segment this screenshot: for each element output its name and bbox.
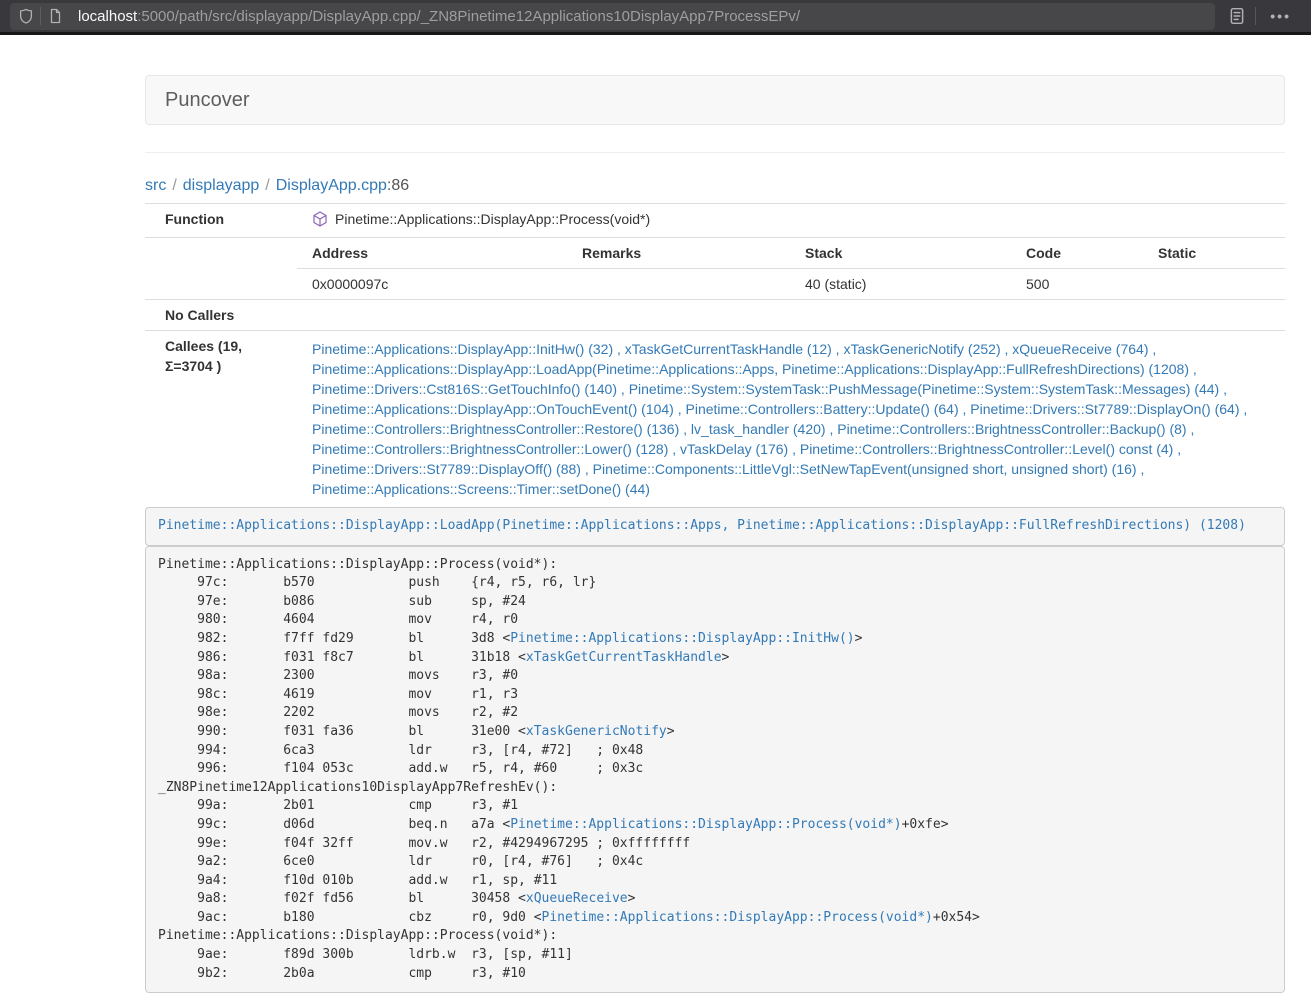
callee-separator: , [581,461,593,477]
breadcrumb: src / displayapp / DisplayApp.cpp:86 [145,176,1285,196]
navbar: Puncover [145,75,1285,125]
overflow-menu-icon[interactable]: ••• [1260,8,1301,24]
toolbar-divider [1255,7,1256,25]
assembly-symbol-link[interactable]: xQueueReceive [526,891,628,906]
callee-separator: , [832,341,844,357]
breadcrumb-separator: / [172,177,176,194]
assembly-symbol-link[interactable]: xTaskGetCurrentTaskHandle [526,650,722,665]
page-container: Puncover src / displayapp / DisplayApp.cpp:8… [145,35,1285,993]
callee-separator: , [1001,341,1013,357]
browser-toolbar: localhost:5000/path/src/displayapp/Displ… [0,0,1311,35]
address-bar[interactable]: localhost:5000/path/src/displayapp/Displ… [10,3,1215,30]
url-path: :5000/path/src/displayapp/DisplayApp.cpp… [137,8,800,25]
callee-link[interactable]: Pinetime::Drivers::St7789::DisplayOff() … [312,461,581,477]
assembly-symbol-link[interactable]: xTaskGenericNotify [526,724,667,739]
callee-separator: , [613,341,625,357]
callee-separator: , [1173,441,1181,457]
callee-link[interactable]: Pinetime::Components::LittleVgl::SetNewT… [593,461,1137,477]
breadcrumb-separator: / [265,177,269,194]
stats-value-row: 0x0000097c 40 (static) 500 [145,269,1285,300]
callee-separator: , [1187,421,1195,437]
callees-list: Pinetime::Applications::DisplayApp::Init… [297,331,1285,508]
url-host: localhost [78,8,137,25]
callee-link[interactable]: Pinetime::Applications::DisplayApp::Init… [312,341,613,357]
address-value: 0x0000097c [297,269,567,300]
callee-separator: , [959,401,971,417]
callee-link[interactable]: Pinetime::Applications::DisplayApp::Load… [312,361,1189,377]
callees-label: Callees (19, Σ=3704 ) [145,331,297,508]
shield-icon[interactable] [12,3,40,30]
callee-separator: , [1148,341,1156,357]
callee-link[interactable]: Pinetime::Controllers::Battery::Update()… [686,401,959,417]
reader-mode-icon[interactable] [1223,3,1251,30]
callee-link[interactable]: Pinetime::Controllers::BrightnessControl… [837,421,1186,437]
breadcrumb-link-displayapp[interactable]: displayapp [183,177,260,194]
function-name: Pinetime::Applications::DisplayApp::Proc… [335,211,650,227]
callee-separator: , [1240,401,1248,417]
callee-separator: , [674,401,686,417]
callee-link[interactable]: Pinetime::Applications::DisplayApp::OnTo… [312,401,674,417]
callees-row: Callees (19, Σ=3704 ) Pinetime::Applicat… [145,331,1285,508]
assembly-listing: Pinetime::Applications::DisplayApp::Proc… [145,546,1285,994]
callee-separator: , [826,421,838,437]
callee-link[interactable]: lv_task_handler (420) [691,421,826,437]
callee-link[interactable]: xTaskGetCurrentTaskHandle (12) [625,341,832,357]
breadcrumb-line-number: :86 [387,177,409,194]
callee-separator: , [668,441,680,457]
load-app-link[interactable]: Pinetime::Applications::DisplayApp::Load… [158,518,1246,533]
no-callers-label: No Callers [145,300,297,331]
callee-link[interactable]: vTaskDelay (176) [680,441,788,457]
static-value [1143,269,1285,300]
callee-link[interactable]: Pinetime::System::SystemTask::PushMessag… [629,381,1220,397]
callee-separator: , [1189,361,1197,377]
code-value: 500 [1011,269,1143,300]
brand-title[interactable]: Puncover [165,89,250,112]
callee-link[interactable]: xTaskGenericNotify (252) [843,341,1000,357]
callee-separator: , [679,421,691,437]
package-icon [312,211,328,232]
remarks-value [567,269,790,300]
function-name-cell: Pinetime::Applications::DisplayApp::Proc… [297,204,1285,238]
callee-link[interactable]: Pinetime::Controllers::BrightnessControl… [312,441,668,457]
assembly-symbol-link[interactable]: Pinetime::Applications::DisplayApp::Proc… [542,910,933,925]
callee-separator: , [1219,381,1227,397]
col-header-static: Static [1143,238,1285,269]
no-callers-row: No Callers [145,300,1285,331]
function-table: Function Pinetime::Applications::Display… [145,203,1285,507]
assembly-symbol-link[interactable]: Pinetime::Applications::DisplayApp::Init… [510,631,854,646]
col-header-address: Address [297,238,567,269]
callee-separator: , [1137,461,1145,477]
callee-link[interactable]: Pinetime::Controllers::BrightnessControl… [800,441,1173,457]
callee-link[interactable]: Pinetime::Drivers::St7789::DisplayOn() (… [970,401,1239,417]
callee-link[interactable]: Pinetime::Drivers::Cst816S::GetTouchInfo… [312,381,617,397]
callee-link[interactable]: xQueueReceive (764) [1012,341,1148,357]
stack-value: 40 (static) [790,269,1011,300]
col-header-remarks: Remarks [567,238,790,269]
function-row: Function Pinetime::Applications::Display… [145,204,1285,238]
breadcrumb-link-file[interactable]: DisplayApp.cpp [276,177,387,194]
spacer-cell [145,238,297,300]
url-text[interactable]: localhost:5000/path/src/displayapp/Displ… [78,8,800,25]
callee-separator: , [617,381,629,397]
assembly-symbol-link[interactable]: Pinetime::Applications::DisplayApp::Proc… [510,817,901,832]
breadcrumb-link-src[interactable]: src [145,177,166,194]
horizontal-divider [145,152,1285,153]
load-app-panel: Pinetime::Applications::DisplayApp::Load… [145,507,1285,546]
callee-separator: , [788,441,800,457]
callers-cell [297,300,1285,331]
stats-header-row: Address Remarks Stack Code Static [145,238,1285,269]
col-header-code: Code [1011,238,1143,269]
function-row-label: Function [145,204,297,238]
col-header-stack: Stack [790,238,1011,269]
callee-link[interactable]: Pinetime::Controllers::BrightnessControl… [312,421,679,437]
callee-link[interactable]: Pinetime::Applications::Screens::Timer::… [312,481,650,497]
page-icon[interactable] [41,3,69,30]
